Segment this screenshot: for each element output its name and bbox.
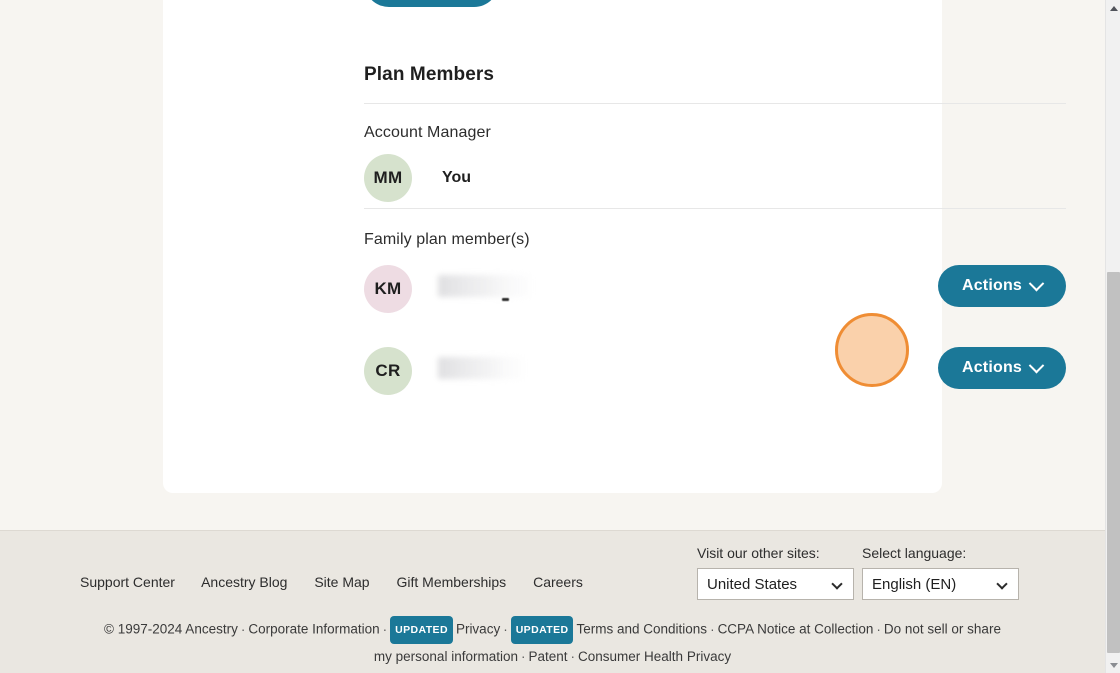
actions-button-label: Actions bbox=[961, 277, 1023, 294]
account-manager-label: Account Manager bbox=[364, 124, 491, 141]
language-select-label: Select language: bbox=[862, 545, 967, 561]
legal-link-privacy[interactable]: Privacy bbox=[456, 622, 500, 637]
page-root: Invite Plan Members Account Manager MM Y… bbox=[0, 0, 1120, 673]
copyright: © 1997-2024 Ancestry bbox=[104, 621, 238, 637]
legal-link-consumer-health-privacy[interactable]: Consumer Health Privacy bbox=[578, 649, 731, 664]
footer-link-site-map[interactable]: Site Map bbox=[314, 574, 369, 590]
chevron-down-icon bbox=[996, 578, 1008, 590]
legal-link-ccpa-notice[interactable]: CCPA Notice at Collection bbox=[718, 622, 874, 637]
table-row: CR Actions bbox=[364, 347, 1066, 395]
footer-links: Support Center Ancestry Blog Site Map Gi… bbox=[80, 574, 606, 590]
language-select-group: Select language: English (EN) bbox=[862, 545, 1019, 600]
avatar: KM bbox=[364, 265, 412, 313]
vertical-scrollbar[interactable] bbox=[1105, 0, 1120, 673]
page-title: Plan Members bbox=[364, 64, 495, 85]
actions-button-member-1[interactable]: Actions bbox=[938, 265, 1066, 307]
footer-link-support-center[interactable]: Support Center bbox=[80, 574, 175, 590]
family-plan-members-label: Family plan member(s) bbox=[364, 231, 530, 248]
actions-button-label: Actions bbox=[961, 359, 1023, 376]
site-select-value: United States bbox=[707, 575, 798, 593]
legal-link-terms-and-conditions[interactable]: Terms and Conditions bbox=[576, 622, 707, 637]
language-select[interactable]: English (EN) bbox=[862, 568, 1019, 600]
divider-top bbox=[364, 103, 1066, 104]
member-name-redacted-mark bbox=[502, 298, 509, 301]
table-row: KM Actions bbox=[364, 265, 1066, 313]
updated-badge: UPDATED bbox=[510, 616, 574, 644]
account-manager-row: MM You bbox=[364, 154, 1066, 202]
footer-link-careers[interactable]: Careers bbox=[533, 574, 583, 590]
plan-members-card: Invite Plan Members Account Manager MM Y… bbox=[163, 0, 1066, 493]
invite-button[interactable]: Invite bbox=[364, 0, 499, 7]
legal-link-corporate-information[interactable]: Corporate Information bbox=[248, 622, 379, 637]
site-select-group: Visit our other sites: United States bbox=[697, 545, 854, 600]
legal-line: © 1997-2024 Ancestry · Corporate Informati… bbox=[0, 616, 1105, 669]
member-name: You bbox=[442, 169, 472, 186]
chevron-down-icon bbox=[1028, 357, 1045, 373]
site-select[interactable]: United States bbox=[697, 568, 854, 600]
chevron-down-icon bbox=[1028, 275, 1045, 291]
footer-link-ancestry-blog[interactable]: Ancestry Blog bbox=[201, 574, 287, 590]
footer-link-gift-memberships[interactable]: Gift Memberships bbox=[396, 574, 506, 590]
scroll-down-arrow-icon[interactable] bbox=[1106, 657, 1120, 673]
scroll-up-arrow-icon[interactable] bbox=[1106, 0, 1120, 16]
legal-link-patent[interactable]: Patent bbox=[528, 649, 567, 664]
divider-middle bbox=[364, 208, 1066, 209]
language-select-value: English (EN) bbox=[872, 575, 957, 593]
actions-button-member-2[interactable]: Actions bbox=[938, 347, 1066, 389]
avatar: CR bbox=[364, 347, 412, 395]
avatar: MM bbox=[364, 154, 412, 202]
scrollbar-thumb[interactable] bbox=[1107, 272, 1120, 653]
updated-badge: UPDATED bbox=[390, 616, 453, 644]
site-select-label: Visit our other sites: bbox=[697, 545, 820, 561]
member-name-redacted bbox=[438, 275, 532, 297]
chevron-down-icon bbox=[831, 578, 843, 590]
member-name-redacted bbox=[438, 357, 524, 379]
